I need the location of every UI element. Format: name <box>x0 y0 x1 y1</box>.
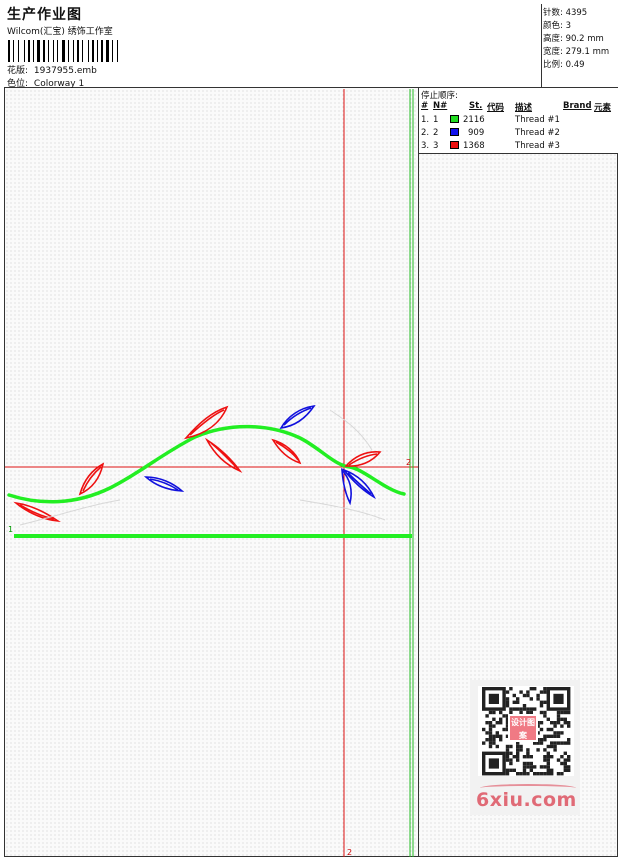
col-brand: Brand <box>563 101 592 111</box>
col-needle: N# <box>433 101 448 111</box>
row-description: Thread #2 <box>515 128 560 138</box>
stat-width-label: 宽度: <box>543 47 563 57</box>
stat-colors-label: 颜色: <box>543 21 563 31</box>
stat-colors: 颜色: 3 <box>543 19 571 31</box>
company-name: Wilcom(汇宝) 绣饰工作室 <box>7 27 113 37</box>
stats-box: 针数: 4395 颜色: 3 高度: 90.2 mm 宽度: 279.1 mm … <box>542 4 618 88</box>
design-value: 1937955.emb <box>33 66 97 76</box>
stat-stitches: 针数: 4395 <box>543 6 587 18</box>
stat-width-value: 279.1 mm <box>565 47 610 57</box>
col-stitches: St. <box>469 101 483 111</box>
right-column-divider <box>418 154 419 857</box>
row-stitches: 909 <box>468 128 485 138</box>
stat-colors-value: 3 <box>565 21 571 31</box>
stop-sequence-panel: 停止顺序: # N# St. 代码 描述 Brand 元素 1. 1 2116 … <box>418 88 618 154</box>
red-leaf-6 <box>344 451 382 467</box>
red-leaf-4 <box>204 437 243 473</box>
row-stitches: 1368 <box>463 141 485 151</box>
table-row: 3. 3 1368 Thread #3 <box>419 141 619 153</box>
color-swatch <box>450 128 459 136</box>
row-index: 2. <box>421 128 430 138</box>
blue-leaf-4 <box>341 468 376 500</box>
qr-logo-badge: 设计图案 <box>508 714 538 742</box>
red-marker-right-label: 2 <box>406 458 412 467</box>
col-index: # <box>421 101 429 111</box>
row-stitches: 2116 <box>463 115 485 125</box>
col-element: 元素 <box>594 103 612 113</box>
barcode <box>8 40 140 62</box>
stat-scale: 比例: 0.49 <box>543 58 585 70</box>
col-description: 描述 <box>515 103 533 113</box>
stat-scale-value: 0.49 <box>565 60 585 70</box>
green-marker-label: 1 <box>8 525 14 534</box>
stat-height: 高度: 90.2 mm <box>543 32 604 44</box>
row-index: 3. <box>421 141 430 151</box>
stat-width: 宽度: 279.1 mm <box>543 45 609 57</box>
color-swatch <box>450 141 459 149</box>
design-label: 花版: <box>7 66 29 76</box>
colorway-label: 色位: <box>7 79 29 89</box>
row-description: Thread #3 <box>515 141 560 151</box>
watermark-qr-block: 设计图案 6xiu.com <box>470 680 580 815</box>
stat-scale-label: 比例: <box>543 60 563 70</box>
row-index: 1. <box>421 115 430 125</box>
red-marker-bottom-label: 2 <box>347 848 353 857</box>
stat-stitches-label: 针数: <box>543 8 563 18</box>
row-description: Thread #1 <box>515 115 560 125</box>
row-needle: 2 <box>433 128 439 138</box>
header-info-box: 生产作业图 Wilcom(汇宝) 绣饰工作室 花版: 1937955.emb 色… <box>4 4 542 89</box>
stat-stitches-value: 4395 <box>565 8 588 18</box>
blue-leaf-2 <box>279 404 316 430</box>
blue-leaves <box>143 404 376 506</box>
row-needle: 3 <box>433 141 439 151</box>
table-row: 1. 1 2116 Thread #1 <box>419 115 619 127</box>
stat-height-label: 高度: <box>543 34 563 44</box>
page-title: 生产作业图 <box>7 7 82 23</box>
colorway-value: Colorway 1 <box>33 79 85 89</box>
blue-leaf-1 <box>143 476 185 492</box>
col-code: 代码 <box>487 103 505 113</box>
red-leaf-1 <box>13 501 61 523</box>
stop-sequence-title: 停止顺序: <box>421 91 458 101</box>
table-row: 2. 2 909 Thread #2 <box>419 128 619 140</box>
stat-height-value: 90.2 mm <box>565 34 604 44</box>
row-needle: 1 <box>433 115 439 125</box>
color-swatch <box>450 115 459 123</box>
red-leaf-2 <box>78 462 105 496</box>
red-leaf-5 <box>271 438 302 465</box>
colorway-row: 色位: Colorway 1 <box>7 76 84 89</box>
design-row: 花版: 1937955.emb <box>7 63 97 76</box>
watermark-site: 6xiu.com <box>476 789 577 811</box>
